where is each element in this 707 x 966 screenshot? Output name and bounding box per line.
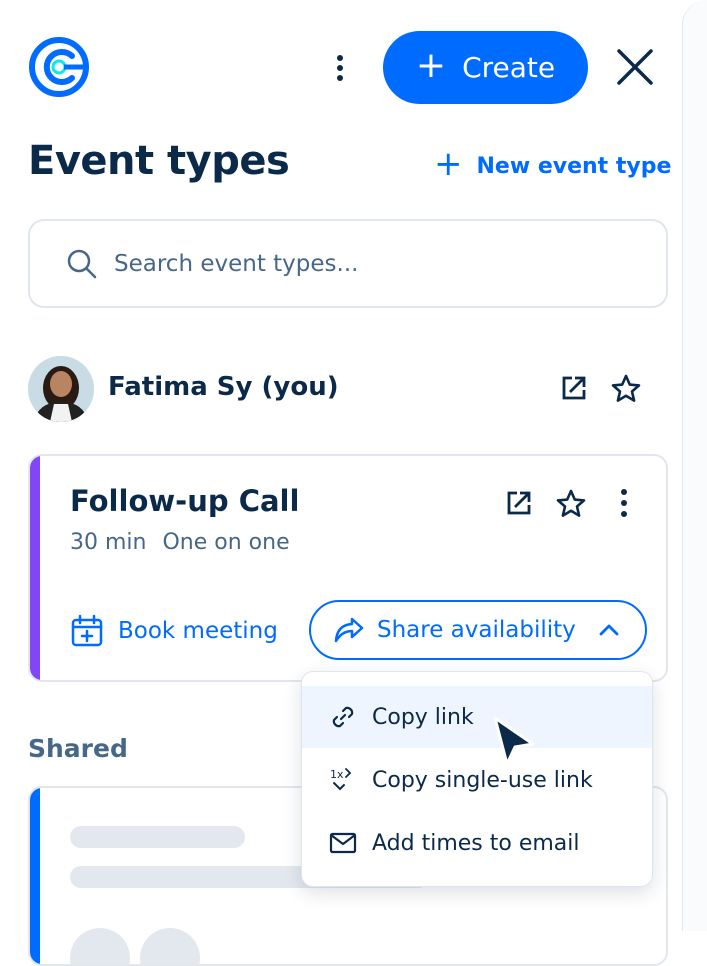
link-icon bbox=[328, 702, 358, 732]
event-color-stripe bbox=[30, 456, 40, 680]
skeleton-avatar bbox=[70, 928, 130, 964]
book-meeting-label: Book meeting bbox=[118, 618, 278, 644]
menu-item-copy-single-use-link[interactable]: 1x Copy single-use link bbox=[302, 749, 652, 811]
search-box bbox=[28, 219, 668, 308]
avatar bbox=[28, 356, 94, 422]
event-title: Follow-up Call bbox=[70, 484, 300, 518]
menu-item-copy-link[interactable]: Copy link bbox=[302, 686, 652, 748]
single-use-link-icon: 1x bbox=[328, 765, 358, 795]
calendly-logo-icon bbox=[29, 37, 89, 97]
external-link-icon[interactable] bbox=[503, 487, 535, 519]
close-icon[interactable] bbox=[612, 44, 658, 90]
star-icon[interactable] bbox=[555, 488, 587, 520]
search-icon bbox=[67, 249, 97, 278]
create-label: Create bbox=[462, 51, 556, 84]
create-button[interactable]: + Create bbox=[383, 31, 588, 104]
event-kind: One on one bbox=[162, 530, 290, 555]
plus-icon: + bbox=[415, 45, 447, 86]
menu-item-label: Copy link bbox=[372, 704, 474, 730]
event-duration: 30 min bbox=[70, 530, 147, 555]
vertical-dots-icon[interactable] bbox=[328, 52, 352, 84]
share-arrow-icon bbox=[334, 617, 364, 643]
external-link-icon[interactable] bbox=[558, 372, 590, 404]
calendar-plus-icon bbox=[71, 614, 103, 647]
plus-icon: + bbox=[434, 144, 463, 184]
search-input[interactable] bbox=[112, 249, 596, 278]
star-icon[interactable] bbox=[610, 373, 642, 405]
share-availability-menu: Copy link 1x Copy single-use link Add ti… bbox=[301, 671, 653, 887]
chevron-up-icon bbox=[599, 624, 619, 636]
skeleton-line bbox=[70, 826, 245, 848]
book-meeting-button[interactable]: Book meeting bbox=[70, 614, 278, 648]
svg-text:1x: 1x bbox=[330, 768, 344, 781]
panel-edge bbox=[682, 0, 707, 931]
new-event-type-label: New event type bbox=[476, 153, 672, 179]
new-event-type-button[interactable]: + New event type bbox=[434, 144, 672, 184]
envelope-icon bbox=[328, 828, 358, 858]
menu-item-label: Copy single-use link bbox=[372, 767, 593, 793]
menu-item-label: Add times to email bbox=[372, 830, 580, 856]
event-color-stripe bbox=[30, 788, 40, 964]
page-title: Event types bbox=[28, 138, 290, 184]
user-name: Fatima Sy (you) bbox=[108, 372, 339, 402]
share-availability-button[interactable]: Share availability bbox=[309, 600, 647, 660]
event-types-panel: + Create Event types + New event type Fa… bbox=[0, 0, 707, 966]
share-availability-label: Share availability bbox=[377, 617, 576, 643]
skeleton-avatar bbox=[140, 928, 200, 964]
vertical-dots-icon[interactable] bbox=[614, 486, 634, 520]
shared-section-label: Shared bbox=[28, 734, 128, 763]
event-type-card[interactable]: Follow-up Call 30 min One on one Book me… bbox=[28, 454, 668, 682]
menu-item-add-times-to-email[interactable]: Add times to email bbox=[302, 812, 652, 874]
event-meta: 30 min One on one bbox=[70, 530, 290, 555]
